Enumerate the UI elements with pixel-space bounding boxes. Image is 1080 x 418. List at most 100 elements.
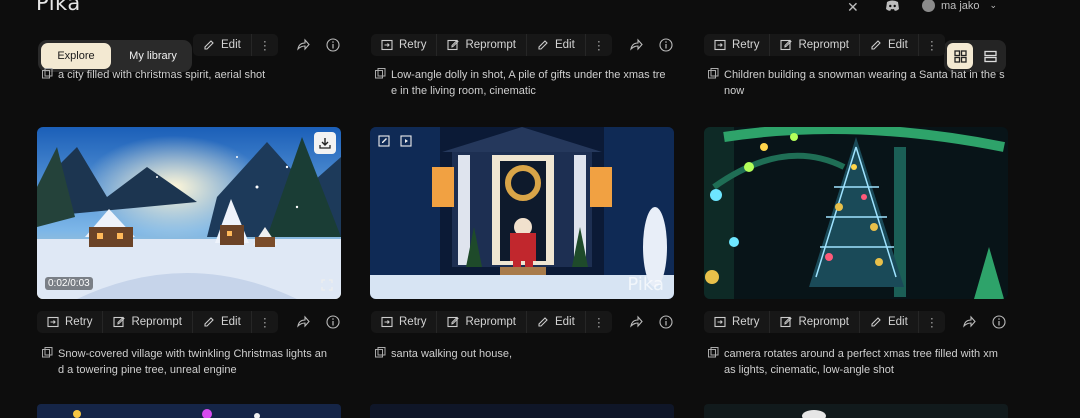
- more-icon: ⋮: [593, 40, 605, 52]
- edit-icon: [538, 317, 548, 327]
- edit-icon: [871, 40, 881, 50]
- edit-button[interactable]: Edit: [193, 311, 252, 333]
- more-icon: ⋮: [259, 317, 271, 329]
- video-thumbnail-xmas-tree[interactable]: [704, 127, 1008, 299]
- retry-icon: [47, 316, 59, 328]
- x-twitter-icon[interactable]: ✕: [847, 0, 859, 14]
- edit-label: Edit: [887, 39, 908, 51]
- retry-button[interactable]: Retry: [371, 34, 438, 56]
- pika-watermark: Pika: [627, 274, 664, 295]
- edit-button[interactable]: Edit: [527, 34, 586, 56]
- list-view-button[interactable]: [977, 43, 1003, 69]
- prompt-caption: Children building a snowman wearing a Sa…: [708, 67, 1014, 99]
- prompt-caption: Low-angle dolly in shot, A pile of gifts…: [375, 67, 681, 99]
- more-button[interactable]: ⋮: [252, 311, 278, 333]
- tab-my-library[interactable]: My library: [116, 43, 190, 69]
- grid-icon: [953, 49, 967, 63]
- tab-explore[interactable]: Explore: [41, 43, 111, 69]
- download-button[interactable]: [314, 132, 336, 154]
- play-icon[interactable]: [400, 135, 412, 147]
- caption-line: Snow-covered village with twinkling Chri…: [58, 348, 328, 360]
- download-icon: [319, 138, 331, 149]
- retry-button[interactable]: Retry: [37, 311, 104, 333]
- copy-icon[interactable]: [42, 347, 53, 358]
- reprompt-label: Reprompt: [798, 316, 849, 328]
- info-icon[interactable]: [326, 38, 340, 52]
- retry-icon: [714, 316, 726, 328]
- caption-line: as lights, cinematic, low-angle shot: [724, 364, 894, 376]
- more-icon: ⋮: [926, 40, 938, 52]
- copy-icon[interactable]: [708, 68, 719, 79]
- edit-button[interactable]: Edit: [527, 311, 586, 333]
- copy-icon[interactable]: [375, 68, 386, 79]
- info-icon[interactable]: [326, 315, 340, 329]
- video-thumbnail[interactable]: [370, 404, 674, 418]
- video-thumbnail-snowy-village[interactable]: 0:02/0:03: [37, 127, 341, 299]
- discord-icon[interactable]: [885, 0, 900, 14]
- caption-line: a city filled with christmas spirit, aer…: [58, 69, 266, 81]
- prompt-caption: santa walking out house,: [375, 346, 681, 362]
- list-icon: [983, 50, 997, 62]
- retry-icon: [381, 39, 393, 51]
- reprompt-button[interactable]: Reprompt: [103, 311, 193, 333]
- reprompt-label: Reprompt: [131, 316, 182, 328]
- more-button[interactable]: ⋮: [252, 34, 278, 56]
- retry-icon: [714, 39, 726, 51]
- edit-icon: [204, 317, 214, 327]
- reprompt-button[interactable]: Reprompt: [770, 34, 860, 56]
- edit-button[interactable]: Edit: [860, 311, 919, 333]
- copy-icon[interactable]: [375, 347, 386, 358]
- video-thumbnail-santa-house[interactable]: Pika: [370, 127, 674, 299]
- edit-label: Edit: [221, 39, 241, 51]
- share-icon[interactable]: [296, 315, 310, 329]
- reprompt-button[interactable]: Reprompt: [437, 34, 527, 56]
- edit-icon: [538, 40, 548, 50]
- card-actions: Retry Reprompt Edit ⋮: [704, 311, 945, 333]
- grid-view-button[interactable]: [947, 43, 973, 69]
- more-button[interactable]: ⋮: [586, 311, 612, 333]
- edit-button[interactable]: Edit: [860, 34, 919, 56]
- top-bar: Pika ✕ ma jako ⌄: [0, 0, 1080, 22]
- share-icon[interactable]: [629, 38, 643, 52]
- edit-icon[interactable]: [378, 135, 390, 147]
- reprompt-button[interactable]: Reprompt: [770, 311, 860, 333]
- share-icon[interactable]: [962, 315, 976, 329]
- more-icon: ⋮: [593, 317, 605, 329]
- edit-label: Edit: [887, 316, 908, 328]
- more-icon: ⋮: [259, 40, 271, 52]
- copy-icon[interactable]: [42, 68, 53, 79]
- reprompt-icon: [780, 316, 793, 328]
- retry-button[interactable]: Retry: [704, 34, 771, 56]
- video-timestamp: 0:02/0:03: [45, 277, 93, 290]
- fullscreen-icon[interactable]: [321, 279, 333, 291]
- info-icon[interactable]: [659, 38, 673, 52]
- edit-label: Edit: [554, 39, 575, 51]
- pika-logo[interactable]: Pika: [36, 0, 81, 15]
- prompt-caption: Snow-covered village with twinkling Chri…: [42, 346, 348, 378]
- reprompt-button[interactable]: Reprompt: [437, 311, 527, 333]
- share-icon[interactable]: [296, 38, 310, 52]
- caption-line: e in the living room, cinematic: [391, 85, 536, 97]
- user-menu[interactable]: ma jako ⌄: [922, 0, 997, 12]
- chevron-down-icon: ⌄: [989, 0, 998, 10]
- retry-button[interactable]: Retry: [704, 311, 771, 333]
- retry-button[interactable]: Retry: [371, 311, 438, 333]
- copy-icon[interactable]: [708, 347, 719, 358]
- more-button[interactable]: ⋮: [586, 34, 612, 56]
- caption-line: Children building a snowman wearing a Sa…: [724, 69, 1005, 81]
- avatar: [922, 0, 935, 12]
- share-icon[interactable]: [629, 315, 643, 329]
- edit-button[interactable]: Edit: [193, 34, 252, 56]
- info-icon[interactable]: [992, 315, 1006, 329]
- video-thumbnail[interactable]: [704, 404, 1008, 418]
- info-icon[interactable]: [659, 315, 673, 329]
- reprompt-icon: [780, 39, 793, 51]
- more-button[interactable]: ⋮: [919, 34, 945, 56]
- video-thumbnail[interactable]: [37, 404, 341, 418]
- reprompt-icon: [113, 316, 126, 328]
- user-name: ma jako: [941, 0, 980, 12]
- more-button[interactable]: ⋮: [919, 311, 945, 333]
- thumbnail-preview: [802, 410, 826, 418]
- caption-line: d a towering pine tree, unreal engine: [58, 364, 237, 376]
- card-actions: Edit ⋮: [193, 34, 278, 56]
